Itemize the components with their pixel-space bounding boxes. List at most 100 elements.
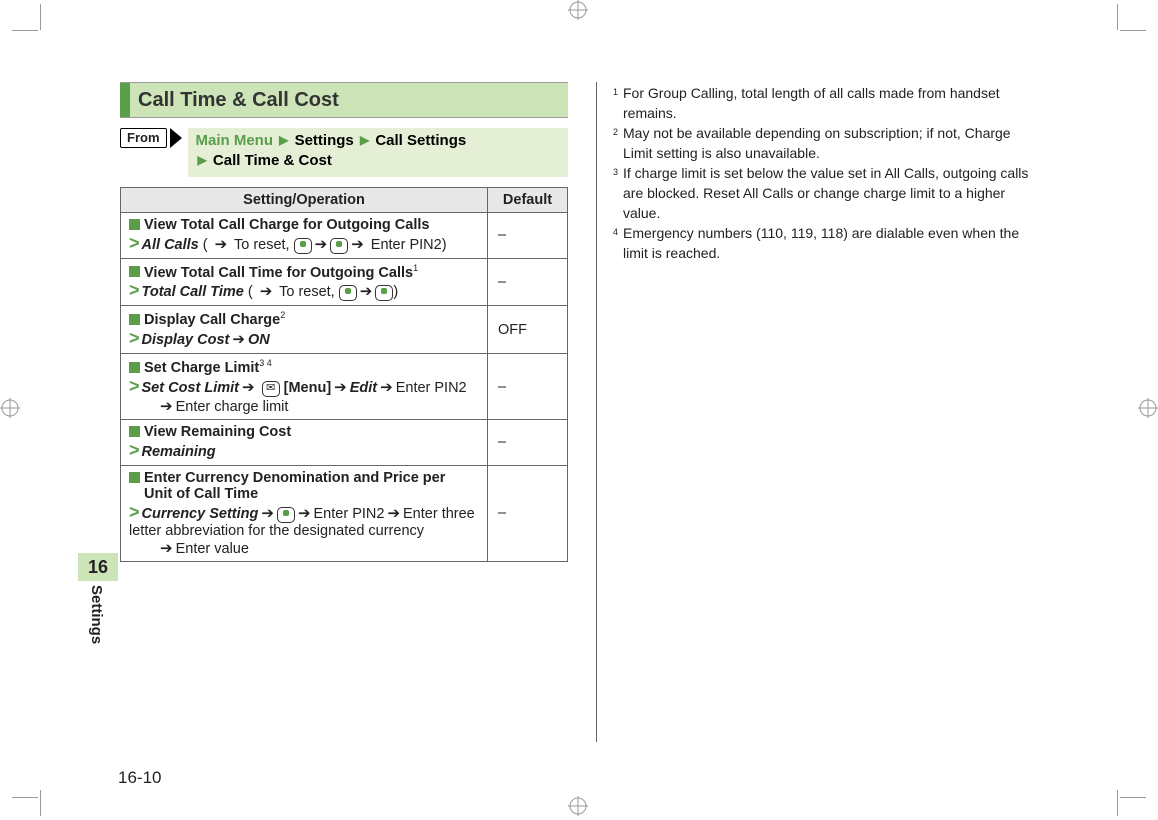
- arrow-icon: ➔: [298, 505, 311, 522]
- arrow-icon: ➔: [387, 505, 400, 522]
- default-cell: –: [488, 419, 568, 465]
- footnote-text: Emergency numbers (110, 119, 118) are di…: [623, 224, 1040, 263]
- table-row: Display Call Charge2 >Display Cost➔ON OF…: [121, 306, 568, 354]
- row-path: Total Call Time: [142, 284, 244, 300]
- menu-label: [Menu]: [284, 380, 332, 396]
- registration-mark-icon: [568, 796, 588, 816]
- bullet-icon: [129, 314, 140, 325]
- footnote: 2May not be available depending on subsc…: [613, 124, 1040, 163]
- gt-icon: >: [129, 280, 140, 300]
- footnote: 3If charge limit is set below the value …: [613, 164, 1040, 223]
- row-path-text: (: [199, 237, 212, 253]
- bullet-icon: [129, 219, 140, 230]
- row-path-text: Enter charge limit: [176, 399, 289, 415]
- arrow-icon: ➔: [380, 379, 393, 396]
- edit-label: Edit: [350, 380, 377, 396]
- gt-icon: >: [129, 376, 140, 396]
- table-row: View Total Call Charge for Outgoing Call…: [121, 212, 568, 258]
- footnote-num: 4: [613, 224, 621, 263]
- table-row: View Total Call Time for Outgoing Calls1…: [121, 258, 568, 306]
- registration-mark-icon: [1138, 398, 1158, 418]
- section-title-bar: Call Time & Call Cost: [120, 82, 568, 118]
- table-row: View Remaining Cost >Remaining –: [121, 419, 568, 465]
- row-title: Set Charge Limit: [144, 360, 259, 376]
- row-title: View Total Call Charge for Outgoing Call…: [144, 217, 429, 233]
- footnote-text: For Group Calling, total length of all c…: [623, 84, 1040, 123]
- breadcrumb-item: Settings: [295, 132, 354, 149]
- mail-key-icon: [262, 381, 280, 397]
- arrow-icon: ➔: [260, 283, 273, 300]
- bullet-icon: [129, 426, 140, 437]
- arrow-icon: ➔: [334, 379, 347, 396]
- breadcrumb-path: Main Menu ▶ Settings ▶ Call Settings ▶ C…: [188, 128, 569, 177]
- arrow-icon: ➔: [315, 236, 328, 253]
- center-key-icon: [339, 285, 357, 301]
- center-key-icon: [375, 285, 393, 301]
- row-path-text: Enter PIN2: [396, 380, 467, 396]
- footnote-num: 2: [613, 124, 621, 163]
- col-default: Default: [488, 187, 568, 212]
- footnote-ref: 3 4: [259, 358, 272, 368]
- footnote-ref: 1: [413, 263, 418, 273]
- bullet-icon: [129, 362, 140, 373]
- row-path: Remaining: [142, 444, 216, 460]
- page-number: 16-10: [118, 768, 161, 788]
- setting-cell: View Total Call Time for Outgoing Calls1…: [121, 258, 488, 306]
- arrow-icon: ➔: [261, 505, 274, 522]
- center-key-icon: [330, 238, 348, 254]
- footnote-num: 1: [613, 84, 621, 123]
- breadcrumb: From Main Menu ▶ Settings ▶ Call Setting…: [120, 128, 568, 177]
- triangle-icon: ▶: [360, 132, 369, 148]
- bullet-icon: [129, 472, 140, 483]
- row-path-text: Enter PIN2: [314, 506, 385, 522]
- triangle-icon: ▶: [198, 152, 207, 168]
- row-path-text: (: [244, 284, 257, 300]
- col-setting: Setting/Operation: [121, 187, 488, 212]
- row-title: View Total Call Time for Outgoing Calls: [144, 264, 413, 280]
- default-cell: –: [488, 212, 568, 258]
- default-cell: OFF: [488, 306, 568, 354]
- center-key-icon: [294, 238, 312, 254]
- arrow-icon: ➔: [360, 283, 373, 300]
- left-column: Call Time & Call Cost From Main Menu ▶ S…: [120, 82, 568, 742]
- row-path-text: To reset,: [275, 284, 338, 300]
- crop-mark: [12, 30, 38, 31]
- row-path: All Calls: [142, 237, 199, 253]
- breadcrumb-item: Call Time & Cost: [213, 152, 332, 169]
- setting-cell: Display Call Charge2 >Display Cost➔ON: [121, 306, 488, 354]
- from-arrow-icon: [170, 128, 182, 148]
- crop-mark: [40, 790, 41, 816]
- setting-cell: Set Charge Limit3 4 >Set Cost Limit➔ [Me…: [121, 354, 488, 420]
- right-column: 1For Group Calling, total length of all …: [596, 82, 1040, 742]
- arrow-icon: ➔: [215, 236, 228, 253]
- table-header-row: Setting/Operation Default: [121, 187, 568, 212]
- accent-bar: [120, 83, 130, 117]
- default-cell: –: [488, 354, 568, 420]
- center-key-icon: [277, 507, 295, 523]
- footnote: 1For Group Calling, total length of all …: [613, 84, 1040, 123]
- row-path-text: ): [393, 284, 398, 300]
- crop-mark: [12, 797, 38, 798]
- arrow-icon: ➔: [242, 379, 255, 396]
- default-cell: –: [488, 465, 568, 561]
- table-row: Enter Currency Denomination and Price pe…: [121, 465, 568, 561]
- footnote-text: If charge limit is set below the value s…: [623, 164, 1040, 223]
- row-title: Display Call Charge: [144, 312, 280, 328]
- row-path: Set Cost Limit: [142, 380, 239, 396]
- row-title: View Remaining Cost: [144, 424, 291, 440]
- settings-table: Setting/Operation Default View Total Cal…: [120, 187, 568, 562]
- crop-mark: [40, 4, 41, 30]
- crop-mark: [1120, 30, 1146, 31]
- footnotes: 1For Group Calling, total length of all …: [613, 84, 1040, 263]
- page-content: Call Time & Call Cost From Main Menu ▶ S…: [120, 82, 1040, 742]
- gt-icon: >: [129, 233, 140, 253]
- breadcrumb-item: Call Settings: [375, 132, 466, 149]
- crop-mark: [1120, 797, 1146, 798]
- chapter-number: 16: [78, 553, 118, 581]
- row-path: Currency Setting: [142, 506, 259, 522]
- setting-cell: View Remaining Cost >Remaining: [121, 419, 488, 465]
- row-path-text: Enter PIN2): [367, 237, 447, 253]
- gt-icon: >: [129, 502, 140, 522]
- registration-mark-icon: [0, 398, 20, 418]
- row-title: Enter Currency Denomination and Price pe…: [144, 470, 464, 502]
